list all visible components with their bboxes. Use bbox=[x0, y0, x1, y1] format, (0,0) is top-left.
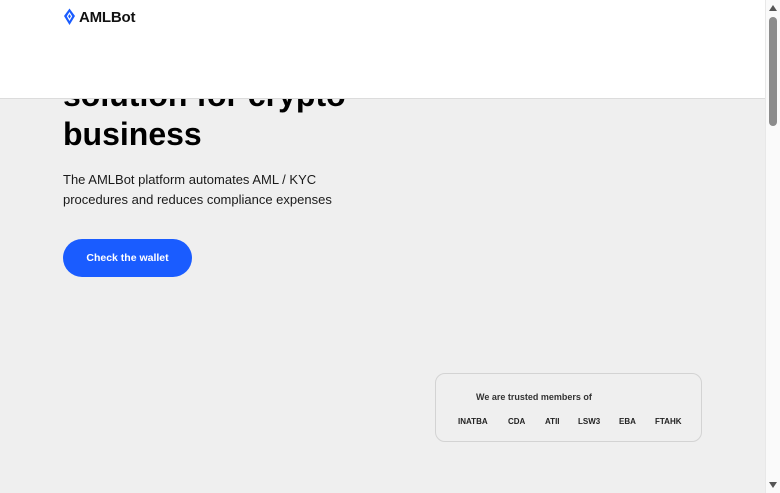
vertical-scrollbar[interactable] bbox=[765, 0, 780, 493]
scrollbar-thumb[interactable] bbox=[769, 17, 777, 126]
member-atii[interactable]: ATII bbox=[545, 417, 578, 426]
member-lsw3[interactable]: LSW3 bbox=[578, 417, 619, 426]
trusted-members-card: We are trusted members of INATBA CDA ATI… bbox=[435, 373, 702, 442]
member-ftahk[interactable]: FTAHK bbox=[655, 417, 695, 426]
logo-text: AMLBot bbox=[79, 8, 136, 26]
hero-subtitle-line-1: The AMLBot platform automates AML / KYC bbox=[63, 172, 317, 187]
member-cda[interactable]: CDA bbox=[508, 417, 545, 426]
scroll-up-arrow-icon[interactable] bbox=[769, 5, 777, 11]
page: solution for crypto business The AMLBot … bbox=[0, 0, 765, 493]
member-inatba[interactable]: INATBA bbox=[458, 417, 508, 426]
check-wallet-button[interactable]: Check the wallet bbox=[63, 239, 192, 277]
member-eba[interactable]: EBA bbox=[619, 417, 655, 426]
trusted-members-title: We are trusted members of bbox=[476, 392, 592, 402]
hero-subtitle-line-2: procedures and reduces compliance expens… bbox=[63, 192, 332, 207]
logo-icon bbox=[64, 8, 75, 25]
trusted-members-list: INATBA CDA ATII LSW3 EBA FTAHK bbox=[458, 417, 695, 426]
hero-title-line-2: business bbox=[63, 116, 202, 152]
logo-link[interactable]: AMLBot bbox=[63, 8, 135, 26]
site-header: AMLBot bbox=[0, 0, 765, 99]
scroll-down-arrow-icon[interactable] bbox=[769, 482, 777, 488]
hero-subtitle: The AMLBot platform automates AML / KYC … bbox=[63, 170, 353, 210]
